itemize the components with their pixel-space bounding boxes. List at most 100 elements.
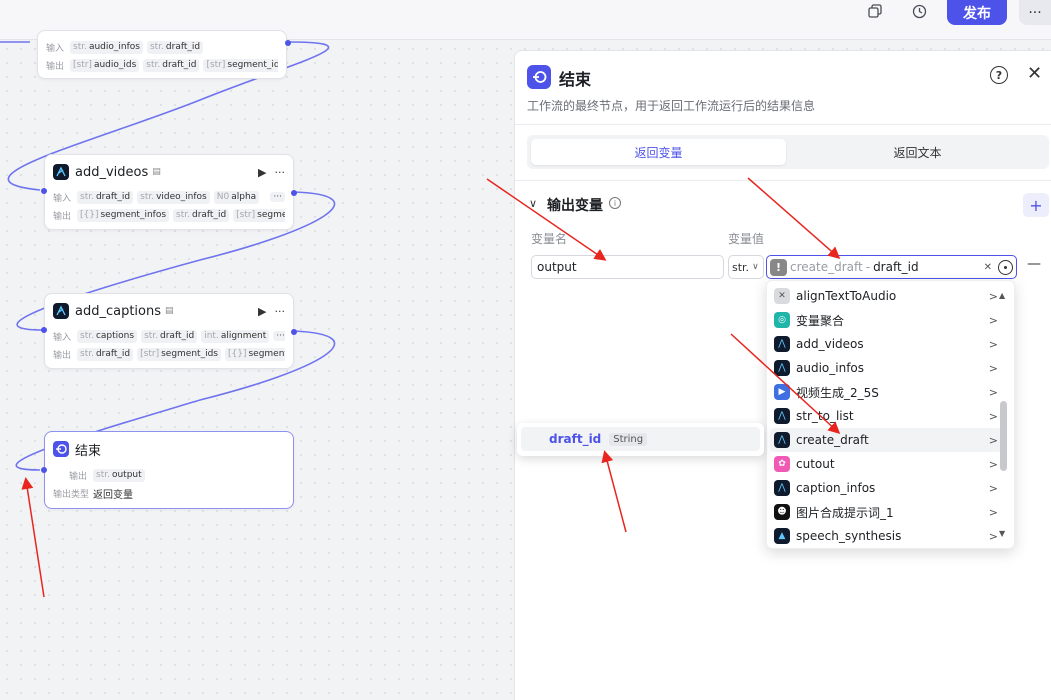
input-port[interactable] — [41, 327, 47, 333]
column-header-value: 变量值 — [728, 232, 765, 246]
add-variable-button[interactable]: + — [1023, 193, 1049, 217]
node-icon: ▲ — [774, 528, 790, 544]
run-icon[interactable]: ▶ — [258, 305, 266, 318]
dropdown-item[interactable]: ⋀ str_to_list > — [770, 404, 1002, 428]
output-chip: [str] audio_ids — [70, 58, 140, 72]
panel-description: 工作流的最终节点，用于返回工作流运行后的结果信息 — [527, 99, 816, 113]
variable-value-selector[interactable]: ! create_draft - draft_id ✕ — [766, 255, 1017, 279]
chevron-right-icon: > — [988, 361, 998, 375]
output-port[interactable] — [291, 329, 297, 335]
dropdown-item[interactable]: ▲ speech_synthesis > — [770, 524, 1002, 548]
node-outputs-row: 输出 str. output — [69, 468, 285, 482]
dropdown-item[interactable]: ✿ cutout > — [770, 452, 1002, 476]
chevron-right-icon: > — [988, 505, 998, 519]
node-more-button[interactable]: ··· — [270, 192, 285, 202]
node-inputs-row: 输入 str. audio_infos str. draft_id — [46, 40, 278, 54]
input-chip: int. alignment — [201, 329, 270, 343]
node-more-button[interactable]: ··· — [273, 331, 285, 341]
output-chip: [str]segment_ids — [137, 347, 221, 361]
chevron-right-icon: > — [988, 529, 998, 543]
node-more-button[interactable]: ··· — [275, 166, 286, 179]
help-icon[interactable]: ? — [990, 66, 1008, 84]
tab-return-text[interactable]: 返回文本 — [790, 139, 1045, 165]
dropdown-item[interactable]: ✕ alignTextToAudio > — [770, 284, 1002, 308]
node-icon: ⋀ — [774, 336, 790, 352]
input-chip: str. draft_id — [146, 40, 204, 54]
node-add-videos[interactable]: add_videos ▤ ▶ ··· 输入 str. draft_id str. vi… — [41, 154, 297, 230]
node-outputs-row: 输出 [{}] segment_infos str. draft_id [str] s… — [53, 208, 285, 222]
output-port[interactable] — [285, 40, 291, 46]
submenu-item-draft-id[interactable]: draft_id String — [521, 427, 760, 451]
chevron-right-icon: > — [988, 409, 998, 423]
input-port[interactable] — [41, 188, 47, 194]
chevron-right-icon: > — [988, 481, 998, 495]
dropdown-item[interactable]: ▶ 视频生成_2_5S > — [770, 380, 1002, 404]
history-icon[interactable] — [905, 0, 933, 22]
info-icon[interactable]: i — [609, 197, 621, 209]
node-add-captions[interactable]: add_captions ▤ ▶ ··· 输入 str. captions str.… — [41, 293, 297, 369]
node-more-button[interactable]: ··· — [275, 305, 286, 318]
chevron-right-icon: > — [988, 313, 998, 327]
tab-return-variable[interactable]: 返回变量 — [531, 139, 786, 165]
input-port[interactable] — [41, 467, 47, 473]
divider — [515, 124, 1051, 125]
output-chip: [str]segment_ids — [233, 208, 285, 222]
scroll-down-icon[interactable]: ▼ — [999, 529, 1005, 538]
node-title: 结束 — [75, 443, 102, 459]
end-node-icon — [527, 65, 551, 89]
variable-name-input[interactable] — [531, 255, 724, 279]
input-chip: str. draft_id — [77, 190, 134, 204]
clear-icon[interactable]: ✕ — [984, 262, 992, 273]
node-icon: ⋀ — [774, 432, 790, 448]
publish-button[interactable]: 发布 — [947, 0, 1007, 25]
output-chip: [str]segment_ids — [203, 58, 278, 72]
chevron-right-icon: > — [988, 457, 998, 471]
variable-submenu: draft_id String — [517, 423, 764, 456]
output-chip: [{}]segment_infos — [224, 347, 285, 361]
dropdown-item[interactable]: ⋀ caption_infos > — [770, 476, 1002, 500]
output-chip: str. output — [93, 468, 145, 482]
node-variable-dropdown: ✕ alignTextToAudio > ◎ 变量聚合 > ⋀ add_videos > ⋀… — [766, 280, 1015, 549]
plugin-logo-icon — [53, 164, 69, 180]
value-type-select[interactable]: str. ∨ — [728, 255, 764, 279]
node-icon: ▶ — [774, 384, 790, 400]
dropdown-item[interactable]: ◎ 变量聚合 > — [770, 308, 1002, 332]
dropdown-scrollbar[interactable] — [1000, 401, 1007, 471]
dropdown-item[interactable]: ⋀ add_videos > — [770, 332, 1002, 356]
dropdown-item[interactable]: ⋀ audio_infos > — [770, 356, 1002, 380]
node-inputs-row: 输入 str. captions str. draft_id int. alignme… — [53, 329, 285, 343]
input-chip: N0 alpha — [213, 190, 260, 204]
node-icon: ✕ — [774, 288, 790, 304]
chevron-down-icon: ∨ — [752, 262, 759, 272]
type-badge: String — [609, 432, 648, 446]
section-title: 输出变量 — [547, 198, 603, 214]
output-chip: str. draft_id — [77, 347, 134, 361]
node-icon: ◎ — [774, 312, 790, 328]
node-audio[interactable]: 输入 str. audio_infos str. draft_id 输出 [str]… — [37, 30, 291, 79]
node-outputs-row: 输出 str. draft_id [str] segment_ids [{}] seg… — [53, 347, 285, 361]
target-icon[interactable] — [998, 259, 1013, 275]
chevron-down-icon[interactable]: ∨ — [529, 197, 537, 210]
remove-variable-button[interactable]: — — [1027, 256, 1041, 272]
return-mode-tabs: 返回变量 返回文本 — [527, 135, 1049, 169]
more-menu-button[interactable]: ··· — [1019, 0, 1051, 25]
node-end[interactable]: 结束 输出 str. output 输出类型 返回变量 — [41, 431, 294, 509]
node-icon: ⋀ — [774, 408, 790, 424]
dropdown-item[interactable]: ☻ 图片合成提示词_1 > — [770, 500, 1002, 524]
close-icon[interactable]: ✕ — [1027, 63, 1042, 84]
plugin-logo-icon — [53, 303, 69, 319]
dropdown-item-selected[interactable]: ⋀ create_draft > — [770, 428, 1002, 452]
end-node-icon — [53, 441, 69, 457]
node-outputs-row: 输出 [str] audio_ids str. draft_id [str] segm… — [46, 58, 278, 72]
node-icon: ☻ — [774, 504, 790, 520]
info-card-icon: ▤ — [152, 167, 161, 177]
node-icon: ⋀ — [774, 360, 790, 376]
output-chip: str. draft_id — [143, 58, 200, 72]
run-icon[interactable]: ▶ — [258, 166, 266, 179]
input-chip: str. draft_id — [141, 329, 198, 343]
copy-icon[interactable] — [861, 0, 889, 22]
input-chip: str. video_infos — [137, 190, 210, 204]
scroll-up-icon[interactable]: ▲ — [999, 291, 1005, 300]
node-title: add_videos — [75, 164, 149, 180]
output-port[interactable] — [291, 190, 297, 196]
